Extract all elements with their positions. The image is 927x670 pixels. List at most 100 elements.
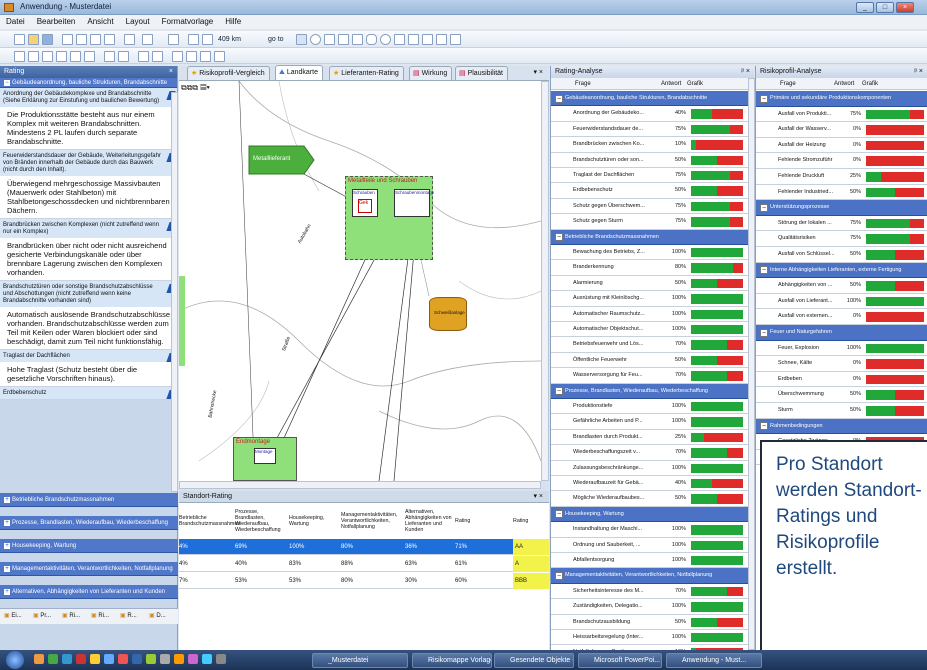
menu-ansicht[interactable]: Ansicht	[81, 15, 119, 28]
analyse-row[interactable]: Abhängigkeiten von ... 50%	[756, 278, 927, 294]
analyse-row[interactable]: Brandlasten durch Produkt... 25%	[551, 430, 748, 446]
rating-answer[interactable]: Die Produktionsstätte besteht aus nur ei…	[0, 107, 177, 149]
shape-bracket-icon[interactable]	[436, 34, 447, 45]
analyse-section-row[interactable]: − Managementaktivitäten, Verantwortlichke…	[551, 568, 748, 584]
collapse-icon[interactable]: −	[760, 94, 768, 103]
analyse-row[interactable]: Überschwemmung 50%	[756, 387, 927, 403]
analyse-section-row[interactable]: − Gebäudeanordnung, bauliche Strukturen, …	[551, 91, 748, 107]
shape-square-icon[interactable]	[338, 34, 349, 45]
rating-item[interactable]: Feuerwiderstandsdauer der Gebäude, Weite…	[0, 150, 177, 219]
menu-formatvorlage[interactable]: Formatvorlage	[156, 15, 220, 28]
site-endmontage[interactable]: Endmontage Montage	[233, 437, 297, 481]
quicklaunch-icon[interactable]	[48, 654, 58, 664]
analyse-section-row[interactable]: − Primäre und sekundäre Produktionskompon…	[756, 91, 927, 107]
analyse-row[interactable]: Bewachung des Betriebs, Z... 100%	[551, 245, 748, 261]
align-bottom-icon[interactable]	[84, 51, 95, 62]
taskbar-button[interactable]: Microsoft PowerPoi...	[578, 653, 662, 668]
same-height-icon[interactable]	[152, 51, 163, 62]
analyse-row[interactable]: Fehlende Druckluft 25%	[756, 169, 927, 185]
panel-bottom-tab[interactable]: ▣ R...	[120, 612, 137, 619]
panel-bottom-tab[interactable]: ▣ D...	[149, 612, 166, 619]
quicklaunch-icon[interactable]	[76, 654, 86, 664]
box-schraubenmontage[interactable]: Schraubenmontage	[394, 189, 434, 217]
collapse-icon[interactable]: −	[4, 80, 10, 86]
undo-icon[interactable]	[124, 34, 135, 45]
shape-ellipse-icon[interactable]	[310, 34, 321, 45]
rating-analyse-scrollbar[interactable]	[748, 78, 755, 650]
analyse-row[interactable]: Erdbeben 0%	[756, 372, 927, 388]
collapse-icon[interactable]: −	[760, 422, 768, 431]
rating-answer[interactable]: Brandbrücken über nicht oder nicht ausre…	[0, 238, 177, 280]
grid-icon[interactable]	[200, 51, 211, 62]
rating-answer[interactable]: Automatisch auslösende Brandschutzabschl…	[0, 307, 177, 349]
analyse-row[interactable]: Wasserversorgung für Feu... 70%	[551, 368, 748, 384]
quicklaunch-icon[interactable]	[104, 654, 114, 664]
analyse-row[interactable]: Betriebsfeuerwehr und Lös... 70%	[551, 337, 748, 353]
section-collapsed[interactable]: + Housekeeping, Wartung	[0, 539, 178, 553]
collapse-icon[interactable]: −	[760, 266, 768, 275]
standort-row[interactable]: 4% 40% 83% 88% 63% 61% A	[179, 556, 549, 572]
pointer-icon[interactable]	[188, 34, 199, 45]
rating-answer[interactable]: Überwiegend mehrgeschossige Massivbauten…	[0, 176, 177, 218]
col-grafik[interactable]: Grafik	[687, 78, 703, 90]
col-antwort[interactable]: Antwort	[661, 78, 681, 90]
map-hscroll[interactable]	[179, 481, 541, 489]
rating-answer[interactable]: Hohe Traglast (Schutz besteht über die g…	[0, 362, 177, 386]
collapse-icon[interactable]: −	[760, 203, 768, 212]
analyse-row[interactable]: Qualitätsrisiken 75%	[756, 231, 927, 247]
quicklaunch-icon[interactable]	[62, 654, 72, 664]
print-icon[interactable]	[168, 34, 179, 45]
tab-landkarte[interactable]: ⛰ Landkarte	[275, 65, 323, 80]
analyse-section-row[interactable]: − Unterstützungsprozesse	[756, 200, 927, 216]
panel-pin-close-icon[interactable]: ×	[165, 66, 173, 78]
analyse-row[interactable]: Brandschutztüren oder son... 50%	[551, 153, 748, 168]
col-grafik[interactable]: Grafik	[862, 78, 878, 90]
rating-item[interactable]: Brandbrücken zwischen Komplexen (nicht z…	[0, 219, 177, 281]
section-collapsed[interactable]: + Managementaktivitäten, Verantwortlichke…	[0, 562, 178, 576]
same-width-icon[interactable]	[138, 51, 149, 62]
analyse-row[interactable]: Automatischer Objektschut... 100%	[551, 322, 748, 338]
panel-bottom-tab[interactable]: ▣ Ri...	[91, 612, 109, 619]
distribute-h-icon[interactable]	[104, 51, 115, 62]
analyse-row[interactable]: Ausfall von Schlüssel... 50%	[756, 247, 927, 263]
collapse-icon[interactable]: −	[760, 328, 768, 337]
analyse-row[interactable]: Wiederbeschaffungszeit v... 70%	[551, 445, 748, 461]
close-button[interactable]: ×	[896, 2, 914, 13]
analyse-row[interactable]: Sturm 50%	[756, 403, 927, 419]
align-middle-icon[interactable]	[70, 51, 81, 62]
shape-rect-icon[interactable]	[296, 34, 307, 45]
site-metallteile[interactable]: Metallteile und Schrauben Schrauben Gek …	[345, 176, 434, 260]
analyse-row[interactable]: Fehlender Industried... 50%	[756, 185, 927, 201]
shape-frame-icon[interactable]	[352, 34, 363, 45]
section-collapsed[interactable]: + Betriebliche Brandschutzmassnahmen	[0, 493, 178, 507]
standort-col-header[interactable]: Housekeeping, Wartung	[289, 505, 339, 537]
taskbar-button[interactable]: _Musterdatei	[312, 653, 408, 668]
new-icon[interactable]	[14, 34, 25, 45]
panel-bottom-tab[interactable]: ▣ Pr...	[33, 612, 51, 619]
analyse-row[interactable]: Heissarbeitsregelung (Inter... 100%	[551, 630, 748, 646]
shape-line-icon[interactable]	[422, 34, 433, 45]
zoom-icon[interactable]	[202, 34, 213, 45]
menu-bearbeiten[interactable]: Bearbeiten	[31, 15, 82, 28]
analyse-row[interactable]: Brandschutzausbildung 50%	[551, 615, 748, 630]
shape-oval-icon[interactable]	[380, 34, 391, 45]
box-montage[interactable]: Montage	[254, 448, 276, 464]
standort-col-header[interactable]: Rating	[455, 505, 511, 537]
analyse-row[interactable]: Automatischer Raumschutz... 100%	[551, 307, 748, 322]
align-center-icon[interactable]	[28, 51, 39, 62]
start-button-icon[interactable]	[6, 651, 24, 669]
section-collapsed[interactable]: + Prozesse, Brandlasten, Wiederaufbau, Wi…	[0, 516, 178, 530]
quicklaunch-icon[interactable]	[132, 654, 142, 664]
taskbar-button[interactable]: Risikomappe Vorlage	[412, 653, 492, 668]
analyse-section-row[interactable]: − Rahmenbedingungen	[756, 418, 927, 435]
align-top-icon[interactable]	[56, 51, 67, 62]
analyse-row[interactable]: Traglast der Dachflächen 75%	[551, 168, 748, 184]
group-icon[interactable]	[172, 51, 183, 62]
col-frage[interactable]: Frage	[575, 78, 591, 90]
standort-col-header[interactable]: Managementaktivitäten, Verantwortlichkei…	[341, 505, 403, 537]
paste-icon[interactable]	[90, 34, 101, 45]
analyse-section-row[interactable]: − Betriebliche Brandschutzmassnahmen	[551, 229, 748, 245]
expand-icon[interactable]: +	[4, 566, 10, 572]
analyse-row[interactable]: Zuständigkeiten, Delegatio... 100%	[551, 599, 748, 615]
analyse-row[interactable]: Abfallentsorgung 100%	[551, 553, 748, 569]
